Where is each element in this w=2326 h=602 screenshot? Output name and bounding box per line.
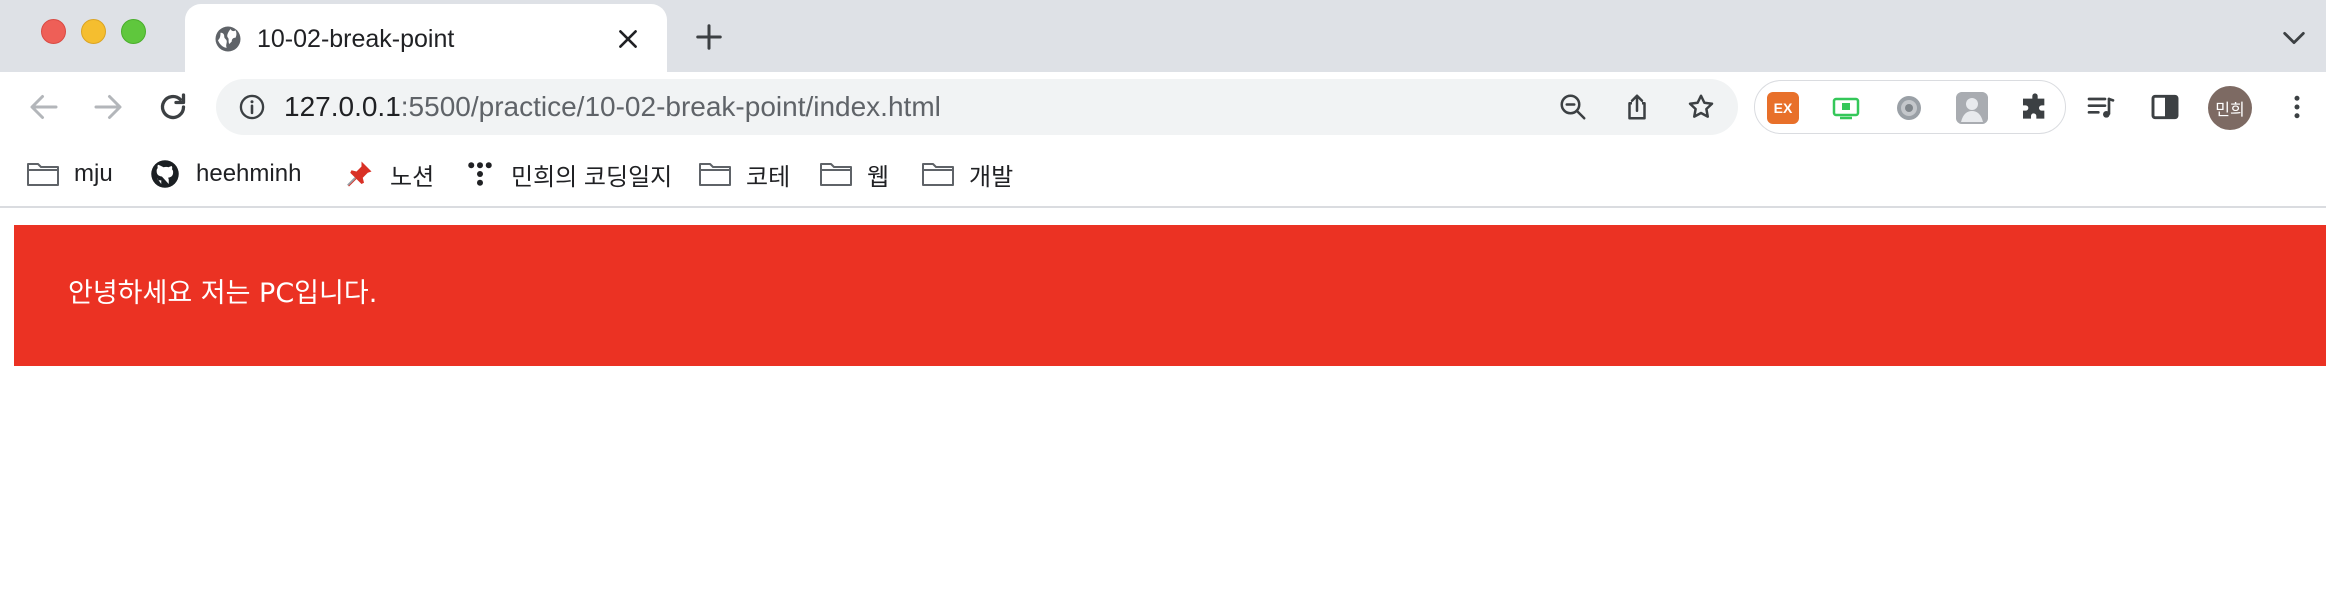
bookmark-web[interactable]: 웹 [819, 156, 889, 192]
pushpin-icon [347, 161, 372, 187]
tistory-icon [468, 162, 492, 186]
ex-extension-button[interactable]: EX [1767, 92, 1799, 124]
screen-extension-icon[interactable] [1830, 92, 1862, 124]
bookmark-heehminh[interactable]: heehminh [148, 156, 301, 192]
window-maximize-button[interactable] [121, 19, 146, 44]
banner-text: 안녕하세요 저는 PC입니다. [68, 278, 378, 309]
bookmark-star-icon[interactable] [1686, 92, 1716, 122]
avatar[interactable]: 민희 [2208, 86, 2252, 130]
bookmark-coding-log[interactable]: 민희의 코딩일지 [463, 156, 672, 192]
forward-button[interactable] [90, 89, 126, 125]
page-viewport: 안녕하세요 저는 PC입니다. [0, 210, 2326, 602]
address-bar[interactable]: 127.0.0.1:5500/practice/10-02-break-poin… [216, 79, 1738, 135]
url-path: :5500/practice/10-02-break-point/index.h… [400, 91, 941, 122]
extensions-group: EX [1754, 80, 2066, 134]
new-tab-button[interactable] [694, 22, 724, 52]
window-minimize-button[interactable] [81, 19, 106, 44]
tab-strip: 10-02-break-point [0, 0, 2326, 72]
bookmark-label: 웹 [867, 163, 890, 191]
bookmark-label: mju [74, 160, 113, 187]
github-icon [151, 160, 179, 188]
zoom-out-icon[interactable] [1558, 92, 1588, 122]
url-text: 127.0.0.1:5500/practice/10-02-break-poin… [284, 92, 941, 122]
gear-icon[interactable] [1893, 92, 1925, 124]
reading-list-icon[interactable] [2085, 91, 2117, 123]
pc-banner: 안녕하세요 저는 PC입니다. [14, 225, 2326, 366]
puzzle-icon[interactable] [2019, 92, 2051, 124]
bookmark-mju[interactable]: mju [26, 156, 113, 192]
url-host: 127.0.0.1 [284, 91, 401, 122]
reload-button[interactable] [155, 89, 191, 125]
more-vert-icon[interactable] [2282, 91, 2312, 123]
bookmark-cote[interactable]: 코테 [698, 156, 790, 192]
bookmark-label: heehminh [196, 160, 302, 187]
photo-extension-icon[interactable] [1956, 92, 1988, 124]
side-panel-icon[interactable] [2149, 91, 2181, 123]
folder-icon [922, 163, 954, 186]
folder-icon [27, 163, 59, 186]
folder-icon [699, 163, 731, 186]
bookmark-label: 노션 [390, 163, 435, 191]
bookmark-label: 민희의 코딩일지 [511, 163, 673, 191]
bookmark-label: 개발 [969, 163, 1014, 191]
bookmark-dev[interactable]: 개발 [921, 156, 1013, 192]
back-button[interactable] [26, 89, 62, 125]
close-icon[interactable] [615, 26, 641, 52]
bookmark-label: 코테 [746, 163, 791, 191]
tab-title: 10-02-break-point [257, 25, 455, 53]
share-icon[interactable] [1622, 92, 1652, 122]
active-tab[interactable]: 10-02-break-point [185, 4, 667, 72]
bookmark-notion[interactable]: 노션 [342, 156, 434, 192]
browser-toolbar: 127.0.0.1:5500/practice/10-02-break-poin… [0, 72, 2326, 142]
info-icon[interactable] [238, 93, 266, 121]
window-close-button[interactable] [41, 19, 66, 44]
bookmarks-bar: mju heehminh 노션 민희의 코딩일지 코테 웹 개발 [0, 142, 2326, 208]
chevron-down-icon[interactable] [2280, 24, 2308, 52]
folder-icon [820, 163, 852, 186]
globe-icon [215, 26, 241, 52]
